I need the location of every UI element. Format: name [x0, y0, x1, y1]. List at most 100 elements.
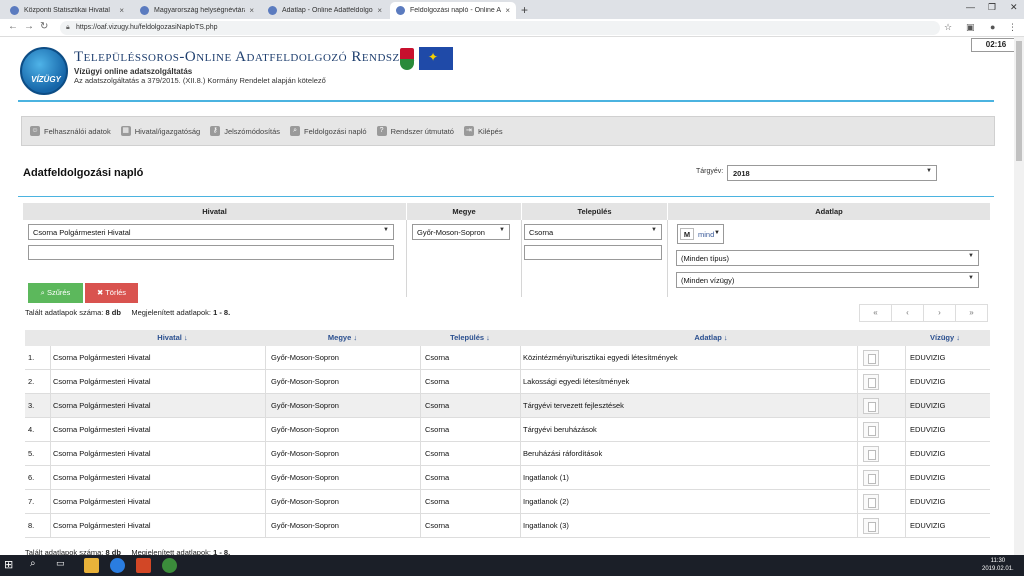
cell-hivatal: Csorna Polgármesteri Hivatal: [53, 449, 151, 458]
column-header-megye[interactable]: Megye ↓: [265, 330, 420, 346]
type-select[interactable]: (Minden típus) ▼: [676, 250, 979, 266]
year-select[interactable]: 2018 ▼: [727, 165, 937, 181]
browser-tab[interactable]: Adatlap - Online Adatfeldolgozó ×: [262, 2, 388, 19]
megye-select[interactable]: Győr-Moson-Sopron ▼: [412, 224, 510, 240]
key-icon: ⚷: [210, 126, 221, 136]
favicon-icon: [268, 6, 277, 15]
reload-icon[interactable]: ↻: [40, 21, 48, 32]
next-page-button[interactable]: ›: [923, 304, 956, 322]
cell-adatlap: Beruházási ráfordítások: [523, 449, 603, 458]
row-number: 5.: [28, 449, 35, 458]
maximize-icon[interactable]: ❐: [988, 2, 996, 13]
browser-tab[interactable]: Központi Statisztikai Hivatal ×: [4, 2, 130, 19]
edge-icon[interactable]: [110, 558, 125, 573]
menu-item-user-data[interactable]: ☺ Felhasználói adatok: [30, 126, 111, 136]
document-icon[interactable]: [863, 494, 879, 510]
table-row[interactable]: 6. Csorna Polgármesteri Hivatal Győr-Moson…: [25, 466, 990, 490]
cell-telepules: Csorna: [425, 401, 450, 410]
favicon-icon: [140, 6, 149, 15]
close-icon[interactable]: ×: [377, 6, 382, 15]
column-divider: [905, 466, 906, 490]
document-icon[interactable]: [863, 518, 879, 534]
vizugy-select[interactable]: (Minden vízügy) ▼: [676, 272, 979, 288]
column-divider: [420, 370, 421, 394]
column-header-vizugy[interactable]: Vízügy ↓: [905, 330, 985, 346]
column-divider: [265, 466, 266, 490]
hivatal-select[interactable]: Csorna Polgármesteri Hivatal ▼: [28, 224, 394, 240]
menu-item-log[interactable]: ⌕ Feldolgozási napló: [290, 126, 367, 136]
first-page-button[interactable]: «: [859, 304, 892, 322]
scrollbar-thumb[interactable]: [1016, 41, 1022, 161]
hungarian-crest-icon: [400, 48, 414, 70]
window-close-icon[interactable]: ✕: [1010, 2, 1018, 13]
close-icon[interactable]: ×: [119, 6, 124, 15]
site-title: Településsoros-Online Adatfeldolgozó Ren…: [74, 49, 415, 65]
powerpoint-icon[interactable]: [136, 558, 151, 573]
table-row[interactable]: 7. Csorna Polgármesteri Hivatal Győr-Moson…: [25, 490, 990, 514]
document-icon[interactable]: [863, 422, 879, 438]
url-field[interactable]: 🔒︎ https://oaf.vizugy.hu/feldolgozasiNap…: [60, 21, 940, 35]
last-page-button[interactable]: »: [955, 304, 988, 322]
pagination: « ‹ › »: [859, 304, 988, 322]
document-icon[interactable]: [863, 446, 879, 462]
browser-tab[interactable]: Magyarország helységnévtára ×: [134, 2, 260, 19]
table-row[interactable]: 1. Csorna Polgármesteri Hivatal Győr-Moson…: [25, 346, 990, 370]
menu-item-guide[interactable]: ? Rendszer útmutató: [376, 126, 454, 136]
column-divider: [857, 346, 858, 370]
file-explorer-icon[interactable]: [84, 558, 99, 573]
system-clock[interactable]: 11:30 2019.02.01.: [982, 557, 1014, 573]
vertical-scrollbar[interactable]: [1014, 37, 1024, 555]
browser-tab-active[interactable]: Feldolgozási napló - Online Ada ×: [390, 2, 516, 19]
vizugy-logo[interactable]: VÍZÜGY: [20, 47, 68, 95]
search-button[interactable]: ⌕ Szűrés: [28, 283, 83, 303]
menu-item-password[interactable]: ⚷ Jelszómódosítás: [210, 126, 280, 136]
chrome-icon[interactable]: [162, 558, 177, 573]
prev-page-button[interactable]: ‹: [891, 304, 924, 322]
filter-col-hivatal: Csorna Polgármesteri Hivatal ▼ ⌕ Szűrés ✖…: [23, 220, 407, 303]
clear-button[interactable]: ✖ Törlés: [85, 283, 138, 303]
menu-item-logout[interactable]: ⇥ Kilépés: [463, 126, 503, 136]
table-row[interactable]: 2. Csorna Polgármesteri Hivatal Győr-Moson…: [25, 370, 990, 394]
close-icon[interactable]: ×: [249, 6, 254, 15]
close-icon[interactable]: ×: [505, 6, 510, 15]
telepules-text-input[interactable]: [524, 245, 662, 260]
row-number: 7.: [28, 497, 35, 506]
table-row[interactable]: 5. Csorna Polgármesteri Hivatal Győr-Moson…: [25, 442, 990, 466]
profile-icon[interactable]: ●: [990, 22, 995, 32]
logo-text: VÍZÜGY: [31, 75, 61, 84]
hivatal-text-input[interactable]: [28, 245, 394, 260]
column-header-adatlap[interactable]: Adatlap ↓: [520, 330, 902, 346]
extension-icon[interactable]: ▣: [966, 22, 975, 33]
table-row[interactable]: 4. Csorna Polgármesteri Hivatal Győr-Moson…: [25, 418, 990, 442]
document-icon[interactable]: [863, 350, 879, 366]
star-icon[interactable]: ☆: [944, 22, 952, 33]
filter-col-megye: Győr-Moson-Sopron ▼: [407, 220, 522, 297]
column-divider: [905, 490, 906, 514]
adatlap-mode-select[interactable]: M mind ▼: [677, 224, 724, 244]
column-header-telepules[interactable]: Település ↓: [420, 330, 520, 346]
table-row[interactable]: 3. Csorna Polgármesteri Hivatal Győr-Moson…: [25, 394, 990, 418]
table-row[interactable]: 8. Csorna Polgármesteri Hivatal Győr-Moson…: [25, 514, 990, 538]
document-icon[interactable]: [863, 374, 879, 390]
menu-icon[interactable]: ⋮: [1008, 22, 1017, 33]
search-icon: ⌕: [290, 126, 301, 136]
url-text: https://oaf.vizugy.hu/feldolgozasiNaploT…: [76, 24, 218, 31]
minimize-icon[interactable]: —: [966, 2, 975, 12]
column-divider: [905, 418, 906, 442]
windows-start-icon[interactable]: ⊞: [4, 558, 19, 573]
favicon-icon: [396, 6, 405, 15]
column-header-hivatal[interactable]: Hivatal ↓: [50, 330, 295, 346]
forward-icon[interactable]: →: [24, 21, 34, 32]
column-divider: [905, 370, 906, 394]
column-divider: [50, 490, 51, 514]
new-tab-icon[interactable]: +: [521, 3, 528, 17]
cell-telepules: Csorna: [425, 473, 450, 482]
telepules-select[interactable]: Csorna ▼: [524, 224, 662, 240]
document-icon[interactable]: [863, 398, 879, 414]
back-icon[interactable]: ←: [8, 21, 18, 32]
task-view-icon[interactable]: ▭: [56, 558, 71, 573]
document-icon[interactable]: [863, 470, 879, 486]
search-icon[interactable]: ⌕: [30, 558, 45, 573]
column-divider: [265, 418, 266, 442]
menu-item-office[interactable]: ▦ Hivatal/igazgatóság: [120, 126, 200, 136]
